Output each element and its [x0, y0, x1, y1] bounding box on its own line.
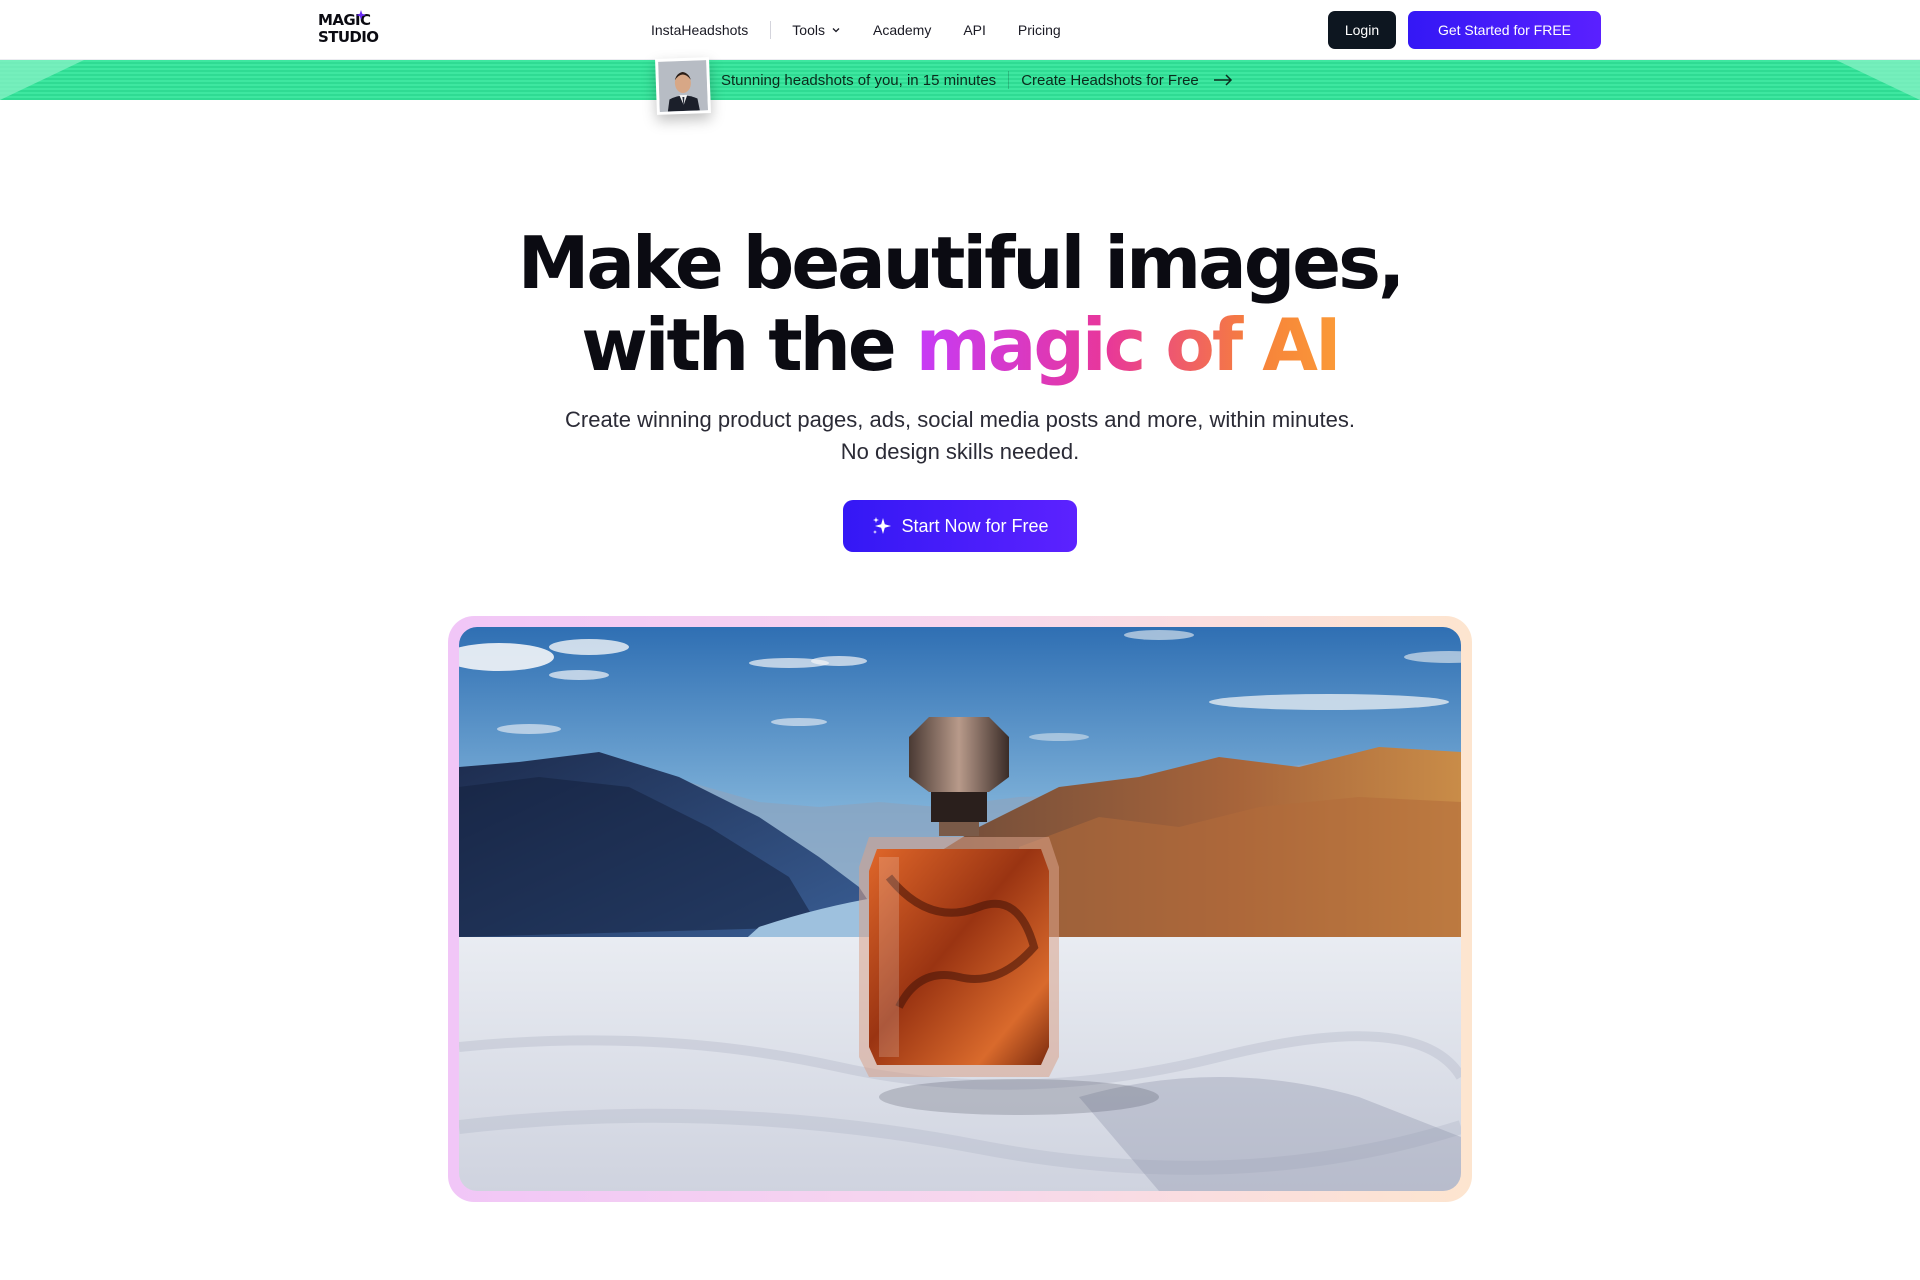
login-button[interactable]: Login [1328, 11, 1396, 49]
arrow-right-icon [1213, 74, 1232, 86]
get-started-button[interactable]: Get Started for FREE [1408, 11, 1601, 49]
logo-sparkle-icon [356, 10, 366, 20]
nav-academy[interactable]: Academy [873, 22, 931, 38]
banner-decor-right [1836, 60, 1920, 100]
logo-line-2: STUDIO [318, 28, 379, 46]
site-header: MAGIC STUDIO InstaHeadshots Tools Academ… [0, 0, 1920, 60]
main-nav: InstaHeadshots Tools Academy API Pricing [651, 0, 1061, 60]
hero-title: Make beautiful images, with the magic of… [0, 222, 1920, 386]
hero-subtitle-line-2: No design skills needed. [840, 439, 1080, 464]
nav-divider [770, 21, 772, 39]
create-headshots-link[interactable]: Create Headshots for Free [1021, 72, 1233, 89]
banner-decor-left [0, 60, 84, 100]
sparkles-icon [873, 517, 892, 534]
chevron-down-icon [832, 28, 840, 33]
start-now-button[interactable]: Start Now for Free [843, 500, 1077, 552]
headshot-thumbnail [655, 57, 711, 115]
banner-divider [1008, 71, 1010, 89]
logo-line-1: MAGIC [318, 11, 371, 29]
banner-message: Stunning headshots of you, in 15 minutes [721, 71, 997, 89]
nav-instaheadshots[interactable]: InstaHeadshots [651, 22, 748, 38]
magic-studio-logo[interactable]: MAGIC STUDIO [318, 10, 382, 52]
hero-title-line-2: with the [581, 303, 916, 387]
banner-content: Stunning headshots of you, in 15 minutes… [721, 60, 1233, 100]
hero-subtitle: Create winning product pages, ads, socia… [0, 404, 1920, 468]
nav-api[interactable]: API [963, 22, 986, 38]
nav-tools[interactable]: Tools [792, 22, 841, 38]
nav-pricing[interactable]: Pricing [1018, 22, 1061, 38]
start-now-label: Start Now for Free [901, 515, 1049, 536]
hero-title-gradient: magic of AI [915, 303, 1342, 387]
nav-tools-label: Tools [792, 22, 825, 38]
create-headshots-label: Create Headshots for Free [1021, 71, 1199, 89]
hero-title-line-1: Make beautiful images, [517, 221, 1406, 305]
showcase-frame [448, 616, 1472, 1202]
perfume-showcase-image [459, 627, 1461, 1191]
hero-subtitle-line-1: Create winning product pages, ads, socia… [565, 407, 1355, 432]
